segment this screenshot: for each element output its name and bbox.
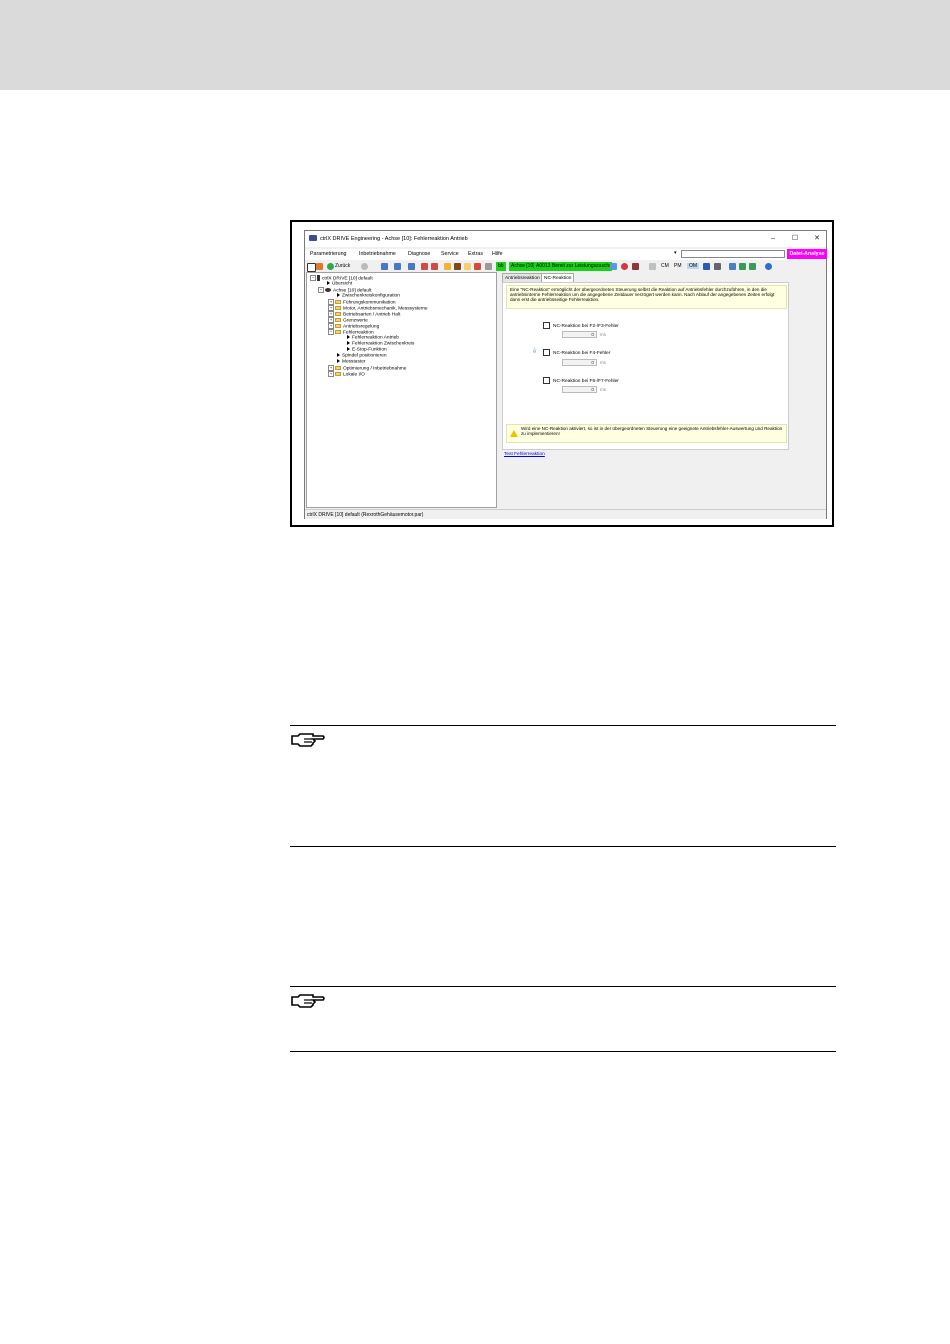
warning-text: Wird eine NC-Reaktion aktiviert, so ist … (521, 426, 783, 437)
nc-reaktion-f4-input[interactable]: 0 (562, 359, 597, 366)
menu-service[interactable]: Service (441, 251, 459, 257)
menu-inbetriebnahme[interactable]: Inbetriebnahme (359, 251, 396, 257)
load-icon[interactable] (421, 263, 428, 270)
nc-reaktion-f4-unit: ms (600, 360, 606, 365)
tree-item-estop[interactable]: E-Stop-Funktion (347, 347, 387, 352)
menu-hilfe[interactable]: Hilfe (492, 251, 503, 257)
toolbar: Zurück bb Achse [10]: A0013 Bereit zur L… (305, 261, 826, 272)
nc-reaktion-f2f3-input[interactable]: 0 (562, 331, 597, 338)
nc-reaktion-f6f7-checkbox[interactable] (543, 377, 550, 384)
info-arrow-icon: ⇩ (532, 349, 538, 355)
tools-icon[interactable] (454, 263, 461, 270)
menu-parametrierung[interactable]: Parametrierung (310, 251, 347, 257)
status-bar: ctrlX DRIVE [10] default (RexrothGehäuse… (305, 509, 826, 519)
nc-reaktion-f6f7-unit: ms (600, 387, 606, 392)
search-dropdown-icon[interactable]: ▾ (674, 250, 677, 256)
hand-pointer-icon (291, 994, 325, 1008)
datei-analyse-button[interactable]: Datei-Analyse (787, 249, 827, 259)
tree-item-messtaster[interactable]: Messtaster (337, 359, 365, 364)
download-icon[interactable] (381, 263, 388, 270)
close-button[interactable]: ✕ (811, 234, 823, 244)
menu-diagnose[interactable]: Diagnose (408, 251, 430, 257)
monitor-icon[interactable] (729, 263, 736, 270)
hand-pointer-icon (291, 733, 325, 747)
chart-icon[interactable] (485, 263, 492, 270)
status-message: A0013 Bereit zur Leistungszuschaltung (534, 262, 612, 271)
note2-bottom-rule (290, 1051, 836, 1052)
nc-reaktion-f2f3-row: NC-Reaktion bei F2-/F3-Fehler (543, 322, 619, 329)
note-bottom-rule (290, 846, 836, 847)
search-input[interactable] (681, 250, 785, 258)
title-bar: ctrlX DRIVE Engineering - Achse [10]: Fe… (305, 231, 826, 247)
menu-bar: Parametrierung Inbetriebnahme Diagnose S… (305, 249, 827, 260)
nc-reaktion-f2f3-checkbox[interactable] (543, 322, 550, 329)
warning-icon (510, 430, 518, 437)
status-bb: bb (496, 262, 506, 271)
network-icon[interactable] (703, 263, 710, 270)
nc-reaktion-f2f3-unit: ms (600, 332, 606, 337)
settings-icon[interactable] (474, 263, 481, 270)
mode-pm-button[interactable]: PM (674, 263, 682, 269)
maximize-button[interactable]: ☐ (789, 234, 801, 244)
forward-arrow-icon[interactable] (361, 263, 368, 270)
screenshot-figure: ctrlX DRIVE Engineering - Achse [10]: Fe… (290, 220, 834, 527)
tree-item-fehlerreaktion-antrieb[interactable]: Fehlerreaktion Antrieb (347, 335, 399, 340)
tree-item-overview[interactable]: Übersicht (327, 281, 352, 286)
page-header-band (0, 0, 950, 90)
tree-item-fehlerreaktion-zwischenkreis[interactable]: Fehlerreaktion Zwischenkreis (347, 341, 414, 346)
drive-icon[interactable] (632, 263, 639, 270)
nc-reaktion-f4-checkbox[interactable] (543, 349, 550, 356)
test-fehlerreaktion-link[interactable]: Test Fehlerreaktion (504, 452, 545, 457)
home-icon[interactable] (316, 263, 323, 270)
info-box: Eine "NC-Reaktion" ermöglicht der überge… (506, 285, 787, 309)
tree-item-spindel[interactable]: Spindel positionieren (337, 353, 387, 358)
star-icon[interactable] (444, 263, 451, 270)
nc-reaktion-f4-row: NC-Reaktion bei F4-Fehler (543, 349, 610, 356)
app-icon (309, 235, 317, 241)
calc-icon[interactable] (649, 263, 656, 270)
upload-icon[interactable] (394, 263, 401, 270)
back-arrow-icon[interactable] (327, 263, 334, 270)
window-title: ctrlX DRIVE Engineering - Achse [10]: Fe… (320, 236, 468, 242)
warning-box: Wird eine NC-Reaktion aktiviert, so ist … (506, 424, 787, 443)
save-icon[interactable] (431, 263, 438, 270)
mode-cm-button[interactable]: CM (661, 263, 669, 269)
menu-extras[interactable]: Extras (468, 251, 483, 257)
help-icon[interactable] (765, 263, 772, 270)
project-tree: − ctrlX DRIVE [10] default Übersicht − Ach… (306, 272, 497, 508)
camera-icon[interactable] (714, 263, 721, 270)
tree-item-lokale-io[interactable]: + Lokale I/O (328, 371, 365, 377)
document-icon[interactable] (464, 263, 471, 270)
application-window: ctrlX DRIVE Engineering - Achse [10]: Fe… (304, 230, 827, 519)
detail-pane: Antriebsreaktion NC-Reaktion Eine "NC-Re… (500, 272, 826, 508)
tab-content: Eine "NC-Reaktion" ermöglicht der überge… (502, 282, 789, 450)
nc-reaktion-f6f7-row: NC-Reaktion bei F6-/F7-Fehler (543, 377, 619, 384)
screens-icon[interactable] (739, 263, 746, 270)
window-icon[interactable] (307, 263, 316, 272)
mode-om-button[interactable]: OM (687, 263, 700, 269)
stop-icon[interactable] (621, 263, 628, 270)
minimize-button[interactable]: – (767, 234, 779, 244)
oscilloscope-icon[interactable] (749, 263, 756, 270)
tree-item-zwischenkreis[interactable]: Zwischenkreiskonfiguration (337, 293, 400, 298)
refresh-icon[interactable] (610, 263, 617, 270)
note-top-rule (290, 725, 836, 726)
note2-top-rule (290, 986, 836, 987)
transfer-icon[interactable] (408, 263, 415, 270)
nc-reaktion-f6f7-input[interactable]: 0 (562, 386, 597, 393)
back-button[interactable]: Zurück (335, 263, 350, 269)
